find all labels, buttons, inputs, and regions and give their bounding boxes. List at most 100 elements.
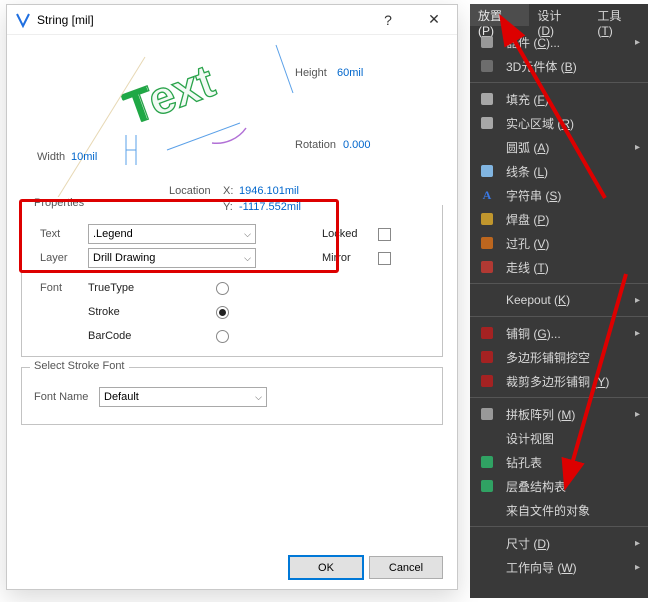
menu-item[interactable]: 器件 (C)...▸	[470, 30, 648, 54]
menu-item-icon	[478, 114, 496, 132]
menu-item[interactable]: 钻孔表	[470, 450, 648, 474]
string-properties-dialog: String [mil] ? ✕ Text Text T Width 10mil…	[6, 4, 458, 590]
menu-item-icon	[478, 210, 496, 228]
menu-item-icon: A	[478, 186, 496, 204]
menu-tab-place[interactable]: 放置 (P)	[470, 4, 529, 26]
menu-item[interactable]: 过孔 (V)	[470, 231, 648, 255]
menu-item-label: 多边形铺铜挖空	[506, 349, 648, 366]
font-option-truetype: TrueType	[88, 282, 216, 294]
menu-item[interactable]: 圆弧 (A)▸	[470, 135, 648, 159]
menu-items: 器件 (C)...▸3D元件体 (B)填充 (F)实心区域 (R)圆弧 (A)▸…	[470, 26, 648, 579]
layer-combo[interactable]: Drill Drawing ⌵	[88, 248, 256, 268]
menu-item-icon	[478, 558, 496, 576]
preview-area: Text Text T Width 10mil Height 60mil Rot…	[7, 35, 457, 213]
menu-item-label: 器件 (C)...	[506, 34, 635, 51]
menu-item[interactable]: 3D元件体 (B)	[470, 54, 648, 78]
menu-tab-tools[interactable]: 工具 (T)	[589, 4, 648, 26]
menu-item-label: 圆弧 (A)	[506, 139, 635, 156]
height-value: 60mil	[337, 67, 363, 79]
menu-item-label: 走线 (T)	[506, 259, 648, 276]
menu-item-label: 工作向导 (W)	[506, 559, 635, 576]
menu-separator	[470, 397, 648, 398]
menu-item-icon	[478, 477, 496, 495]
menu-item[interactable]: Keepout (K)▸	[470, 288, 648, 312]
location-x-value: 1946.101mil	[239, 185, 299, 197]
titlebar[interactable]: String [mil] ? ✕	[7, 5, 457, 35]
menu-separator	[470, 316, 648, 317]
fontname-combo-value: Default	[104, 391, 139, 403]
menu-item[interactable]: 多边形铺铜挖空	[470, 345, 648, 369]
menu-item-icon	[478, 534, 496, 552]
font-truetype-radio[interactable]	[216, 282, 229, 295]
menu-item[interactable]: 来自文件的对象	[470, 498, 648, 522]
menu-item[interactable]: 尺寸 (D)▸	[470, 531, 648, 555]
mirror-checkbox[interactable]	[378, 252, 391, 265]
menu-item-label: 尺寸 (D)	[506, 535, 635, 552]
font-stroke-radio[interactable]	[216, 306, 229, 319]
submenu-arrow-icon: ▸	[635, 328, 640, 339]
menu-item-label: 层叠结构表	[506, 478, 648, 495]
menu-item[interactable]: 拼板阵列 (M)▸	[470, 402, 648, 426]
dialog-button-row: OK Cancel	[289, 556, 443, 579]
place-menu-panel: 放置 (P) 设计 (D) 工具 (T) 器件 (C)...▸3D元件体 (B)…	[470, 4, 648, 598]
menu-item[interactable]: 铺铜 (G)...▸	[470, 321, 648, 345]
text-combo-value: .Legend	[93, 228, 133, 240]
menu-item[interactable]: 设计视图	[470, 426, 648, 450]
height-label: Height	[295, 67, 327, 79]
menu-item-label: 字符串 (S)	[506, 187, 648, 204]
menu-item-icon	[478, 258, 496, 276]
location-x-label: X:	[223, 185, 233, 197]
menu-item-label: 设计视图	[506, 430, 648, 447]
menu-tab-design[interactable]: 设计 (D)	[529, 4, 589, 26]
locked-label: Locked	[322, 228, 378, 240]
menu-item[interactable]: 走线 (T)	[470, 255, 648, 279]
menu-item-icon	[478, 453, 496, 471]
menu-item[interactable]: 填充 (F)	[470, 87, 648, 111]
menu-separator	[470, 82, 648, 83]
menu-item-icon	[478, 33, 496, 51]
menu-item-label: 拼板阵列 (M)	[506, 406, 635, 423]
menubar: 放置 (P) 设计 (D) 工具 (T)	[470, 4, 648, 26]
layer-label: Layer	[40, 252, 88, 264]
menu-item[interactable]: A 字符串 (S)	[470, 183, 648, 207]
menu-separator	[470, 283, 648, 284]
menu-item[interactable]: 线条 (L)	[470, 159, 648, 183]
menu-separator	[470, 526, 648, 527]
menu-item[interactable]: 层叠结构表	[470, 474, 648, 498]
chevron-down-icon: ⌵	[244, 253, 251, 264]
width-label: Width	[37, 151, 65, 163]
help-button[interactable]: ?	[365, 5, 411, 35]
menu-item[interactable]: 工作向导 (W)▸	[470, 555, 648, 579]
fontname-combo[interactable]: Default ⌵	[99, 387, 267, 407]
ok-button[interactable]: OK	[289, 556, 363, 579]
text-label: Text	[40, 228, 88, 240]
dialog-title: String [mil]	[37, 13, 94, 27]
font-barcode-radio[interactable]	[216, 330, 229, 343]
menu-item-icon	[478, 324, 496, 342]
menu-item-label: 线条 (L)	[506, 163, 648, 180]
close-button[interactable]: ✕	[411, 5, 457, 35]
menu-item[interactable]: 实心区域 (R)	[470, 111, 648, 135]
submenu-arrow-icon: ▸	[635, 409, 640, 420]
text-combo[interactable]: .Legend ⌵	[88, 224, 256, 244]
stroke-font-group: Select Stroke Font Font Name Default ⌵	[21, 367, 443, 425]
submenu-arrow-icon: ▸	[635, 295, 640, 306]
stroke-font-group-title: Select Stroke Font	[30, 360, 129, 372]
submenu-arrow-icon: ▸	[635, 538, 640, 549]
chevron-down-icon: ⌵	[244, 229, 251, 240]
menu-item-icon	[478, 348, 496, 366]
menu-item-icon	[478, 405, 496, 423]
cancel-button[interactable]: Cancel	[369, 556, 443, 579]
menu-item[interactable]: 裁剪多边形铺铜 (Y)	[470, 369, 648, 393]
app-icon	[15, 12, 31, 28]
menu-item-label: 3D元件体 (B)	[506, 58, 648, 75]
layer-combo-value: Drill Drawing	[93, 252, 155, 264]
menu-item-label: 填充 (F)	[506, 91, 648, 108]
locked-checkbox[interactable]	[378, 228, 391, 241]
menu-item-label: 来自文件的对象	[506, 502, 648, 519]
menu-item-icon	[478, 90, 496, 108]
menu-item[interactable]: 焊盘 (P)	[470, 207, 648, 231]
submenu-arrow-icon: ▸	[635, 142, 640, 153]
menu-item-label: 过孔 (V)	[506, 235, 648, 252]
menu-item-label: 裁剪多边形铺铜 (Y)	[506, 373, 648, 390]
